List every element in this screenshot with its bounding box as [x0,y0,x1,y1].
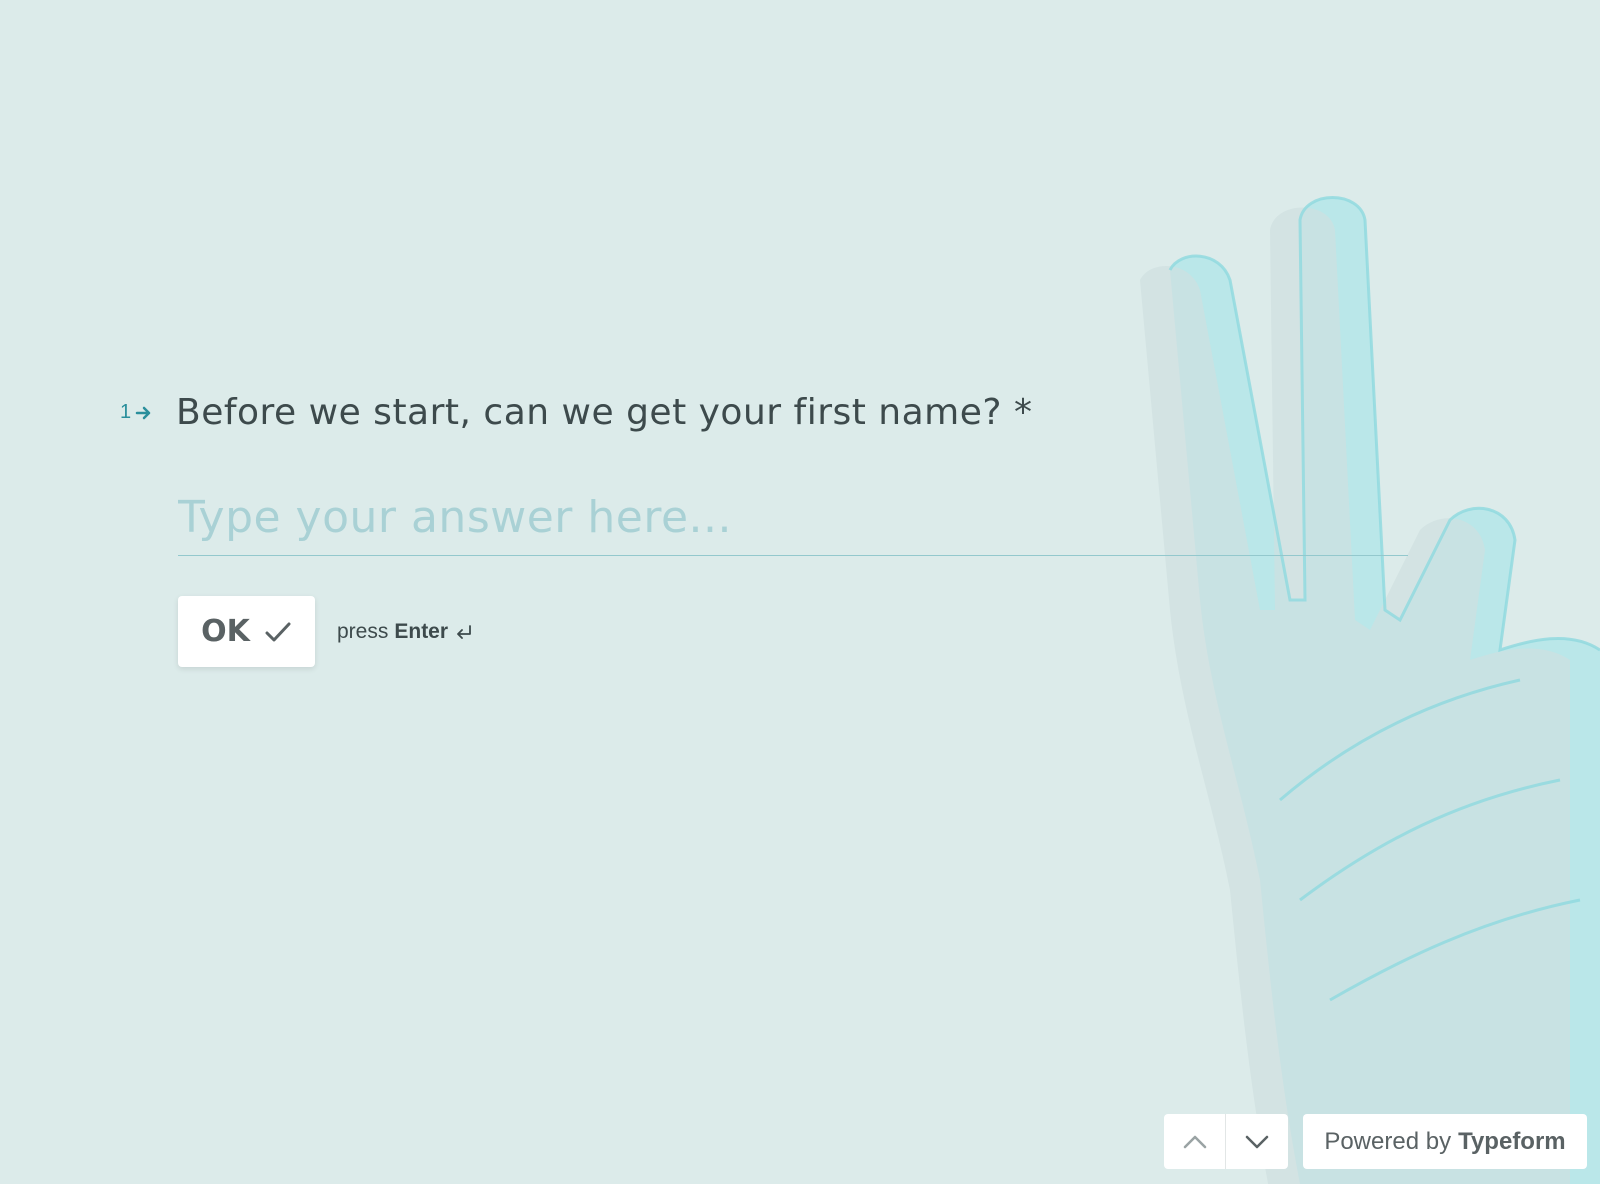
next-question-button[interactable] [1226,1114,1288,1169]
powered-by-brand: Typeform [1458,1127,1566,1155]
checkmark-icon [265,622,291,641]
powered-by-typeform-link[interactable]: Powered by Typeform [1303,1114,1587,1169]
enter-hint-key: Enter [394,619,449,643]
arrow-right-icon [135,406,151,419]
question-text: Before we start, can we get your first n… [176,392,1033,433]
question-navigation [1164,1114,1288,1169]
hand-illustration [1100,180,1600,1184]
powered-by-prefix: Powered by [1324,1127,1452,1155]
question-number: 1 [120,401,176,424]
question-number-text: 1 [120,401,132,423]
submit-row: OK press Enter [178,596,474,667]
answer-field-container [178,492,1408,556]
ok-button-label: OK [201,614,250,649]
question-row: 1 Before we start, can we get your first… [120,392,1032,433]
enter-hint: press Enter [337,620,474,644]
ok-button[interactable]: OK [178,596,315,667]
chevron-up-icon [1183,1135,1206,1148]
enter-key-icon [457,624,471,639]
chevron-down-icon [1245,1135,1269,1148]
answer-input[interactable] [178,492,1408,543]
previous-question-button[interactable] [1164,1114,1226,1169]
enter-hint-prefix: press [337,619,389,643]
